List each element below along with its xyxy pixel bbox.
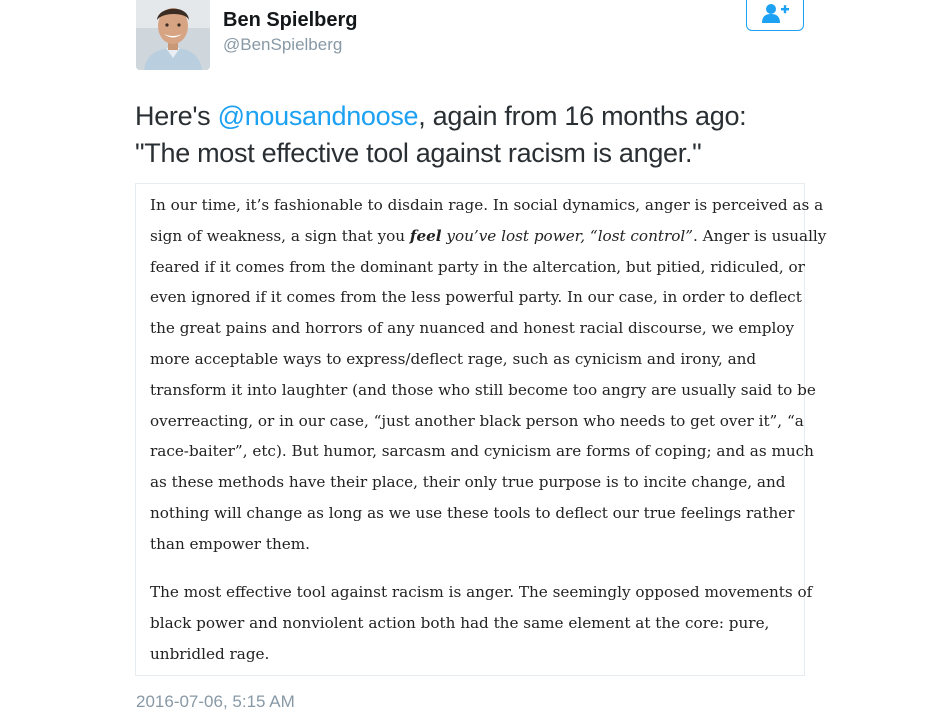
tweet-text: Here's @nousandnoose, again from 16 mont… xyxy=(135,98,835,172)
tweet-text-line-1: Here's @nousandnoose, again from 16 mont… xyxy=(135,98,835,135)
author-display-name[interactable]: Ben Spielberg xyxy=(223,8,357,32)
tweet-image[interactable]: In our time, it’s fashionable to disdain… xyxy=(135,183,826,676)
quoted-text: In our time, it’s fashionable to disdain… xyxy=(150,190,826,669)
quote-emphasis-bold: feel xyxy=(409,226,442,245)
quote-line: overreacting, or in our case, “just anot… xyxy=(150,411,804,430)
tweet-text-prefix: Here's xyxy=(135,101,218,131)
quote-line: nothing will change as long as we use th… xyxy=(150,503,795,522)
quote-line: even ignored if it comes from the less p… xyxy=(150,288,802,307)
quote-line: race-baiter”, etc). But humor, sarcasm a… xyxy=(150,442,814,461)
quote-emphasis: you’ve lost power, “lost control” xyxy=(441,226,693,245)
quote-line: transform it into laughter (and those wh… xyxy=(150,380,816,399)
quote-line: sign of weakness, a sign that you feel y… xyxy=(150,221,826,252)
quote-line: The most effective tool against racism i… xyxy=(150,583,813,602)
quote-line: black power and nonviolent action both h… xyxy=(150,613,770,632)
quote-segment: sign of weakness, a sign that you xyxy=(150,226,410,245)
add-user-icon xyxy=(762,3,789,23)
quote-line: the great pains and horrors of any nuanc… xyxy=(150,319,795,338)
avatar-photo xyxy=(136,0,210,70)
quote-line: In our time, it’s fashionable to disdain… xyxy=(150,196,824,214)
avatar[interactable] xyxy=(136,0,210,70)
tweet-text-line-2: "The most effective tool against racism … xyxy=(135,138,702,168)
quote-segment: . Anger is usually xyxy=(692,226,827,245)
mention-link[interactable]: @nousandnoose xyxy=(218,101,419,131)
quote-line: as these methods have their place, their… xyxy=(150,473,786,492)
tweet-timestamp[interactable]: 2016-07-06, 5:15 AM xyxy=(136,691,295,713)
quote-line: more acceptable ways to express/deflect … xyxy=(150,349,757,368)
quote-line: than empower them. xyxy=(150,534,310,553)
tweet-text-suffix: , again from 16 months ago: xyxy=(418,101,747,131)
follow-button[interactable] xyxy=(746,0,804,31)
author-handle[interactable]: @BenSpielberg xyxy=(223,34,342,56)
quote-line: unbridled rage. xyxy=(150,644,270,663)
quote-line: feared if it comes from the dominant par… xyxy=(150,257,805,276)
